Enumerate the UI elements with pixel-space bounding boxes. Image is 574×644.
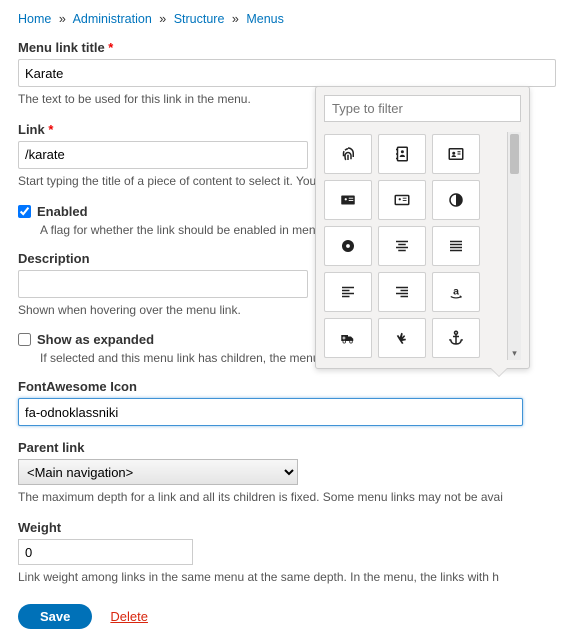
label-menu-link-title: Menu link title * [18, 40, 556, 55]
sign-language-icon[interactable] [378, 318, 426, 358]
icon-filter-input[interactable] [324, 95, 521, 122]
form-actions: Save Delete [18, 604, 556, 629]
label-expanded: Show as expanded [37, 332, 154, 347]
input-fontawesome-icon[interactable] [18, 398, 523, 426]
align-center-icon[interactable] [378, 226, 426, 266]
desc-parent-link: The maximum depth for a link and all its… [18, 489, 556, 506]
save-button[interactable]: Save [18, 604, 92, 629]
label-parent-link: Parent link [18, 440, 556, 455]
ambulance-icon[interactable] [324, 318, 372, 358]
icon-grid: a [324, 132, 480, 360]
id-card-icon[interactable] [324, 180, 372, 220]
breadcrumb-home[interactable]: Home [18, 12, 51, 26]
align-right-icon[interactable] [378, 272, 426, 312]
align-justify-icon[interactable] [432, 226, 480, 266]
label-fontawesome-icon: FontAwesome Icon [18, 379, 556, 394]
input-link[interactable] [18, 141, 308, 169]
anchor-icon[interactable] [432, 318, 480, 358]
icon-picker-popup: a ▾ [315, 86, 530, 369]
select-parent-link[interactable]: <Main navigation> [18, 459, 298, 485]
input-description[interactable] [18, 270, 308, 298]
align-left-icon[interactable] [324, 272, 372, 312]
checkbox-enabled[interactable] [18, 205, 31, 218]
label-weight: Weight [18, 520, 556, 535]
delete-link[interactable]: Delete [110, 609, 148, 624]
label-enabled: Enabled [37, 204, 88, 219]
scrollbar-down-arrow[interactable]: ▾ [508, 348, 521, 359]
breadcrumb-administration[interactable]: Administration [73, 12, 152, 26]
address-book-icon[interactable] [378, 134, 426, 174]
adjust-icon[interactable] [432, 180, 480, 220]
input-menu-link-title[interactable] [18, 59, 556, 87]
id-badge-icon[interactable] [378, 180, 426, 220]
icon-picker-scrollbar[interactable]: ▾ [507, 132, 521, 360]
field-weight: Weight Link weight among links in the sa… [18, 520, 556, 586]
svg-text:a: a [453, 285, 459, 297]
field-fontawesome-icon: FontAwesome Icon [18, 379, 556, 426]
input-weight[interactable] [18, 539, 193, 565]
desc-weight: Link weight among links in the same menu… [18, 569, 556, 586]
scrollbar-thumb[interactable] [510, 134, 519, 174]
circle-dot-icon[interactable] [324, 226, 372, 266]
field-parent-link: Parent link <Main navigation> The maximu… [18, 440, 556, 506]
fingerprint-icon[interactable] [324, 134, 372, 174]
breadcrumb-menus[interactable]: Menus [246, 12, 284, 26]
breadcrumb-structure[interactable]: Structure [174, 12, 225, 26]
checkbox-expanded[interactable] [18, 333, 31, 346]
address-card-icon[interactable] [432, 134, 480, 174]
breadcrumb: Home » Administration » Structure » Menu… [18, 12, 556, 26]
popup-pointer [491, 368, 507, 376]
amazon-icon[interactable]: a [432, 272, 480, 312]
